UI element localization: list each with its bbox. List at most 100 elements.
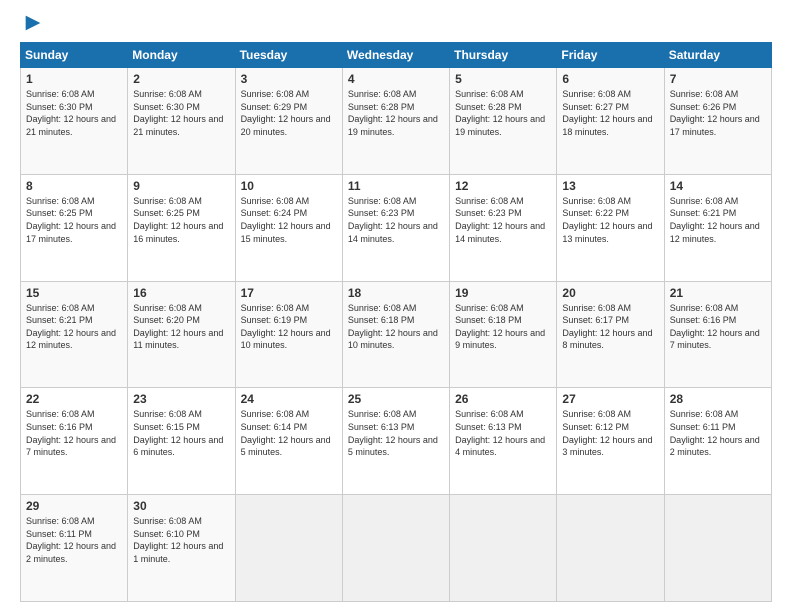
calendar-table: SundayMondayTuesdayWednesdayThursdayFrid… (20, 42, 772, 602)
day-info: Sunrise: 6:08 AMSunset: 6:21 PMDaylight:… (670, 196, 760, 244)
day-info: Sunrise: 6:08 AMSunset: 6:23 PMDaylight:… (348, 196, 438, 244)
calendar-cell: 20 Sunrise: 6:08 AMSunset: 6:17 PMDaylig… (557, 281, 664, 388)
day-info: Sunrise: 6:08 AMSunset: 6:28 PMDaylight:… (455, 89, 545, 137)
day-number: 29 (26, 499, 122, 513)
day-header-friday: Friday (557, 43, 664, 68)
page: SundayMondayTuesdayWednesdayThursdayFrid… (0, 0, 792, 612)
day-number: 21 (670, 286, 766, 300)
calendar-cell: 6 Sunrise: 6:08 AMSunset: 6:27 PMDayligh… (557, 68, 664, 175)
day-header-saturday: Saturday (664, 43, 771, 68)
day-info: Sunrise: 6:08 AMSunset: 6:12 PMDaylight:… (562, 409, 652, 457)
day-number: 20 (562, 286, 658, 300)
calendar-week-5: 29 Sunrise: 6:08 AMSunset: 6:11 PMDaylig… (21, 495, 772, 602)
calendar-cell: 24 Sunrise: 6:08 AMSunset: 6:14 PMDaylig… (235, 388, 342, 495)
day-info: Sunrise: 6:08 AMSunset: 6:20 PMDaylight:… (133, 303, 223, 351)
day-number: 16 (133, 286, 229, 300)
calendar-cell: 29 Sunrise: 6:08 AMSunset: 6:11 PMDaylig… (21, 495, 128, 602)
calendar-cell: 26 Sunrise: 6:08 AMSunset: 6:13 PMDaylig… (450, 388, 557, 495)
day-number: 13 (562, 179, 658, 193)
day-number: 26 (455, 392, 551, 406)
day-number: 25 (348, 392, 444, 406)
day-info: Sunrise: 6:08 AMSunset: 6:23 PMDaylight:… (455, 196, 545, 244)
day-number: 12 (455, 179, 551, 193)
calendar-cell: 12 Sunrise: 6:08 AMSunset: 6:23 PMDaylig… (450, 174, 557, 281)
day-number: 24 (241, 392, 337, 406)
day-number: 17 (241, 286, 337, 300)
day-info: Sunrise: 6:08 AMSunset: 6:30 PMDaylight:… (133, 89, 223, 137)
logo-arrow-icon (22, 12, 44, 34)
calendar-week-1: 1 Sunrise: 6:08 AMSunset: 6:30 PMDayligh… (21, 68, 772, 175)
day-number: 22 (26, 392, 122, 406)
calendar-cell: 3 Sunrise: 6:08 AMSunset: 6:29 PMDayligh… (235, 68, 342, 175)
day-header-monday: Monday (128, 43, 235, 68)
day-number: 15 (26, 286, 122, 300)
day-info: Sunrise: 6:08 AMSunset: 6:24 PMDaylight:… (241, 196, 331, 244)
day-number: 6 (562, 72, 658, 86)
day-number: 11 (348, 179, 444, 193)
calendar-cell: 4 Sunrise: 6:08 AMSunset: 6:28 PMDayligh… (342, 68, 449, 175)
calendar-cell: 23 Sunrise: 6:08 AMSunset: 6:15 PMDaylig… (128, 388, 235, 495)
day-info: Sunrise: 6:08 AMSunset: 6:22 PMDaylight:… (562, 196, 652, 244)
day-header-thursday: Thursday (450, 43, 557, 68)
day-number: 9 (133, 179, 229, 193)
day-header-wednesday: Wednesday (342, 43, 449, 68)
day-number: 7 (670, 72, 766, 86)
day-number: 18 (348, 286, 444, 300)
calendar-cell: 18 Sunrise: 6:08 AMSunset: 6:18 PMDaylig… (342, 281, 449, 388)
day-number: 10 (241, 179, 337, 193)
calendar-cell (557, 495, 664, 602)
calendar-header-row: SundayMondayTuesdayWednesdayThursdayFrid… (21, 43, 772, 68)
calendar-cell: 13 Sunrise: 6:08 AMSunset: 6:22 PMDaylig… (557, 174, 664, 281)
calendar-week-3: 15 Sunrise: 6:08 AMSunset: 6:21 PMDaylig… (21, 281, 772, 388)
calendar-cell: 7 Sunrise: 6:08 AMSunset: 6:26 PMDayligh… (664, 68, 771, 175)
calendar-cell (664, 495, 771, 602)
day-info: Sunrise: 6:08 AMSunset: 6:19 PMDaylight:… (241, 303, 331, 351)
day-info: Sunrise: 6:08 AMSunset: 6:18 PMDaylight:… (348, 303, 438, 351)
day-info: Sunrise: 6:08 AMSunset: 6:30 PMDaylight:… (26, 89, 116, 137)
calendar-cell: 28 Sunrise: 6:08 AMSunset: 6:11 PMDaylig… (664, 388, 771, 495)
day-info: Sunrise: 6:08 AMSunset: 6:21 PMDaylight:… (26, 303, 116, 351)
day-number: 8 (26, 179, 122, 193)
calendar-cell: 9 Sunrise: 6:08 AMSunset: 6:25 PMDayligh… (128, 174, 235, 281)
calendar-cell: 15 Sunrise: 6:08 AMSunset: 6:21 PMDaylig… (21, 281, 128, 388)
day-info: Sunrise: 6:08 AMSunset: 6:26 PMDaylight:… (670, 89, 760, 137)
day-info: Sunrise: 6:08 AMSunset: 6:29 PMDaylight:… (241, 89, 331, 137)
calendar-cell (450, 495, 557, 602)
day-number: 1 (26, 72, 122, 86)
day-header-sunday: Sunday (21, 43, 128, 68)
day-number: 14 (670, 179, 766, 193)
day-info: Sunrise: 6:08 AMSunset: 6:16 PMDaylight:… (670, 303, 760, 351)
calendar-cell: 1 Sunrise: 6:08 AMSunset: 6:30 PMDayligh… (21, 68, 128, 175)
day-info: Sunrise: 6:08 AMSunset: 6:16 PMDaylight:… (26, 409, 116, 457)
calendar-cell: 17 Sunrise: 6:08 AMSunset: 6:19 PMDaylig… (235, 281, 342, 388)
calendar-cell: 25 Sunrise: 6:08 AMSunset: 6:13 PMDaylig… (342, 388, 449, 495)
calendar-cell: 5 Sunrise: 6:08 AMSunset: 6:28 PMDayligh… (450, 68, 557, 175)
calendar-cell: 30 Sunrise: 6:08 AMSunset: 6:10 PMDaylig… (128, 495, 235, 602)
day-info: Sunrise: 6:08 AMSunset: 6:17 PMDaylight:… (562, 303, 652, 351)
calendar-week-4: 22 Sunrise: 6:08 AMSunset: 6:16 PMDaylig… (21, 388, 772, 495)
header (20, 16, 772, 34)
day-number: 28 (670, 392, 766, 406)
day-header-tuesday: Tuesday (235, 43, 342, 68)
day-number: 27 (562, 392, 658, 406)
calendar-cell: 8 Sunrise: 6:08 AMSunset: 6:25 PMDayligh… (21, 174, 128, 281)
day-info: Sunrise: 6:08 AMSunset: 6:14 PMDaylight:… (241, 409, 331, 457)
calendar-cell: 22 Sunrise: 6:08 AMSunset: 6:16 PMDaylig… (21, 388, 128, 495)
day-info: Sunrise: 6:08 AMSunset: 6:11 PMDaylight:… (26, 516, 116, 564)
day-info: Sunrise: 6:08 AMSunset: 6:25 PMDaylight:… (133, 196, 223, 244)
day-number: 3 (241, 72, 337, 86)
logo (20, 16, 44, 34)
day-number: 4 (348, 72, 444, 86)
calendar-week-2: 8 Sunrise: 6:08 AMSunset: 6:25 PMDayligh… (21, 174, 772, 281)
day-number: 2 (133, 72, 229, 86)
day-number: 5 (455, 72, 551, 86)
day-info: Sunrise: 6:08 AMSunset: 6:15 PMDaylight:… (133, 409, 223, 457)
day-info: Sunrise: 6:08 AMSunset: 6:13 PMDaylight:… (348, 409, 438, 457)
calendar-cell: 2 Sunrise: 6:08 AMSunset: 6:30 PMDayligh… (128, 68, 235, 175)
calendar-cell (235, 495, 342, 602)
calendar-cell: 14 Sunrise: 6:08 AMSunset: 6:21 PMDaylig… (664, 174, 771, 281)
calendar-cell: 16 Sunrise: 6:08 AMSunset: 6:20 PMDaylig… (128, 281, 235, 388)
day-info: Sunrise: 6:08 AMSunset: 6:27 PMDaylight:… (562, 89, 652, 137)
calendar-cell: 19 Sunrise: 6:08 AMSunset: 6:18 PMDaylig… (450, 281, 557, 388)
day-info: Sunrise: 6:08 AMSunset: 6:28 PMDaylight:… (348, 89, 438, 137)
